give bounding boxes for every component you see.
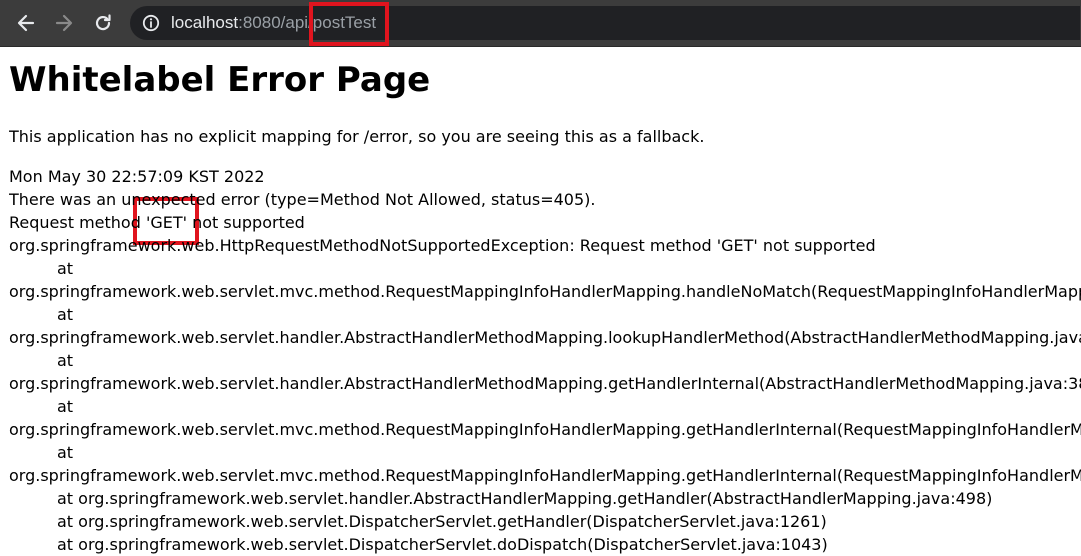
stack-trace-line: org.springframework.web.servlet.mvc.meth… bbox=[9, 420, 1081, 439]
stack-trace-line: at bbox=[57, 351, 74, 370]
url-host: localhost bbox=[171, 13, 239, 32]
stack-trace-line: at bbox=[57, 305, 74, 324]
stack-trace-line: org.springframework.web.HttpRequestMetho… bbox=[9, 236, 876, 255]
stack-trace-line: at bbox=[57, 443, 74, 462]
address-bar[interactable]: localhost:8080/api/postTest bbox=[130, 6, 1080, 40]
browser-toolbar: localhost:8080/api/postTest bbox=[0, 0, 1081, 47]
info-circle-icon[interactable] bbox=[142, 14, 160, 32]
stack-trace-line: at bbox=[57, 397, 74, 416]
url-text[interactable]: localhost:8080/api/postTest bbox=[171, 13, 376, 33]
error-page: Whitelabel Error Page This application h… bbox=[9, 46, 1081, 556]
reload-button[interactable] bbox=[87, 7, 119, 39]
stack-trace-line: org.springframework.web.servlet.handler.… bbox=[9, 328, 1081, 347]
error-info-line: Request method 'GET' not supported bbox=[9, 213, 305, 232]
stack-trace-line: at org.springframework.web.servlet.Dispa… bbox=[57, 535, 828, 554]
reload-icon bbox=[95, 14, 111, 31]
stack-trace-line: org.springframework.web.servlet.mvc.meth… bbox=[9, 282, 1081, 301]
url-path: :8080/api/postTest bbox=[238, 13, 377, 32]
arrow-left-icon bbox=[17, 14, 35, 32]
error-info-line: There was an unexpected error (type=Meth… bbox=[9, 190, 596, 209]
stack-trace-line: at org.springframework.web.servlet.Dispa… bbox=[57, 512, 827, 531]
arrow-right-icon bbox=[55, 14, 73, 32]
back-button[interactable] bbox=[10, 7, 42, 39]
stack-trace-line: org.springframework.web.servlet.mvc.meth… bbox=[9, 466, 1081, 485]
error-details: Mon May 30 22:57:09 KST 2022 There was an… bbox=[9, 165, 1081, 556]
page-title: Whitelabel Error Page bbox=[9, 60, 431, 100]
error-info-line: Mon May 30 22:57:09 KST 2022 bbox=[9, 167, 265, 186]
stack-trace-line: org.springframework.web.servlet.handler.… bbox=[9, 374, 1081, 393]
stack-trace-line: at bbox=[57, 259, 74, 278]
fallback-message: This application has no explicit mapping… bbox=[9, 127, 705, 146]
forward-button[interactable] bbox=[48, 7, 80, 39]
stack-trace-line: at org.springframework.web.servlet.handl… bbox=[57, 489, 993, 508]
